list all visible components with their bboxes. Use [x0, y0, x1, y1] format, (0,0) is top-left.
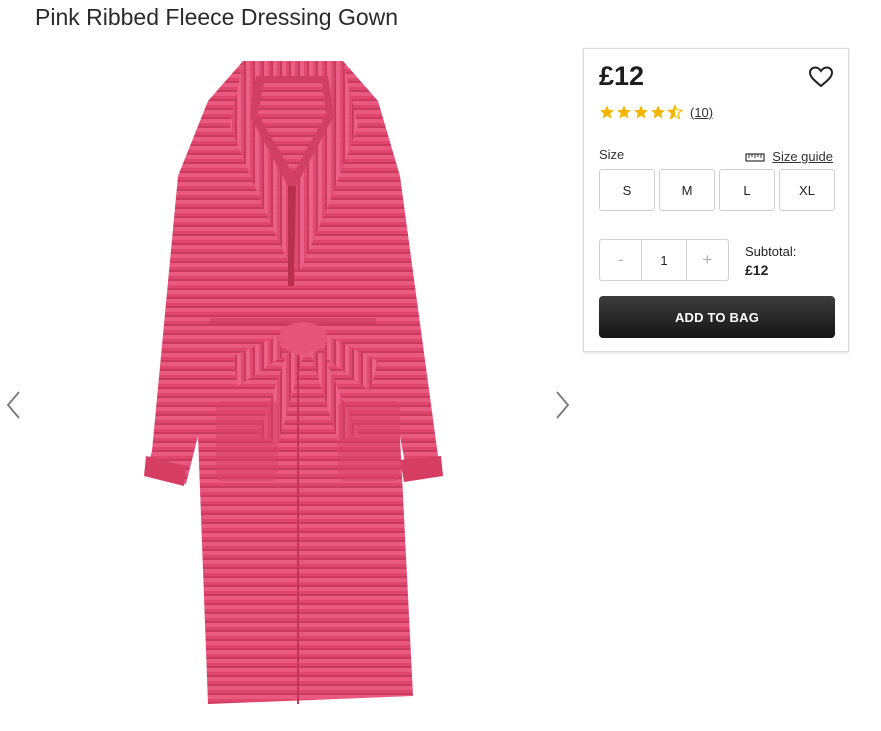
subtotal: Subtotal: £12: [745, 243, 796, 279]
subtotal-label: Subtotal:: [745, 244, 797, 259]
chevron-right-icon: [556, 391, 570, 419]
wishlist-button[interactable]: [808, 65, 834, 89]
star-icon: [617, 105, 631, 119]
add-to-bag-button[interactable]: ADD TO BAG: [599, 296, 835, 338]
star-icon: [600, 105, 614, 119]
heart-icon: [808, 66, 834, 88]
quantity-decrement-button[interactable]: -: [600, 240, 641, 280]
product-title: Pink Ribbed Fleece Dressing Gown: [35, 4, 399, 30]
subtotal-value: £12: [745, 262, 769, 278]
star-icon: [634, 105, 648, 119]
gallery-next-button[interactable]: [551, 388, 573, 422]
quantity-stepper: - 1 +: [599, 239, 729, 281]
size-options: S M L XL: [599, 169, 835, 211]
size-guide-label: Size guide: [772, 149, 833, 164]
size-option-s[interactable]: S: [599, 169, 655, 211]
size-option-xl[interactable]: XL: [779, 169, 835, 211]
size-label: Size: [599, 147, 625, 162]
size-option-m[interactable]: M: [659, 169, 715, 211]
product-gallery: [0, 48, 580, 731]
rating: (10): [599, 104, 713, 120]
star-icon: [651, 105, 665, 119]
quantity-value[interactable]: 1: [641, 240, 687, 280]
half-star-icon: [667, 104, 683, 120]
review-count-link[interactable]: (10): [690, 105, 713, 120]
gallery-prev-button[interactable]: [3, 388, 25, 422]
product-image: [144, 61, 443, 704]
buy-box: £12 (10) Size Size guide S M L XL - 1 + …: [583, 48, 849, 352]
size-option-l[interactable]: L: [719, 169, 775, 211]
size-guide-link[interactable]: Size guide: [745, 149, 833, 164]
chevron-left-icon: [6, 391, 20, 419]
quantity-increment-button[interactable]: +: [687, 240, 728, 280]
ruler-icon: [745, 152, 765, 162]
price: £12: [599, 61, 645, 91]
